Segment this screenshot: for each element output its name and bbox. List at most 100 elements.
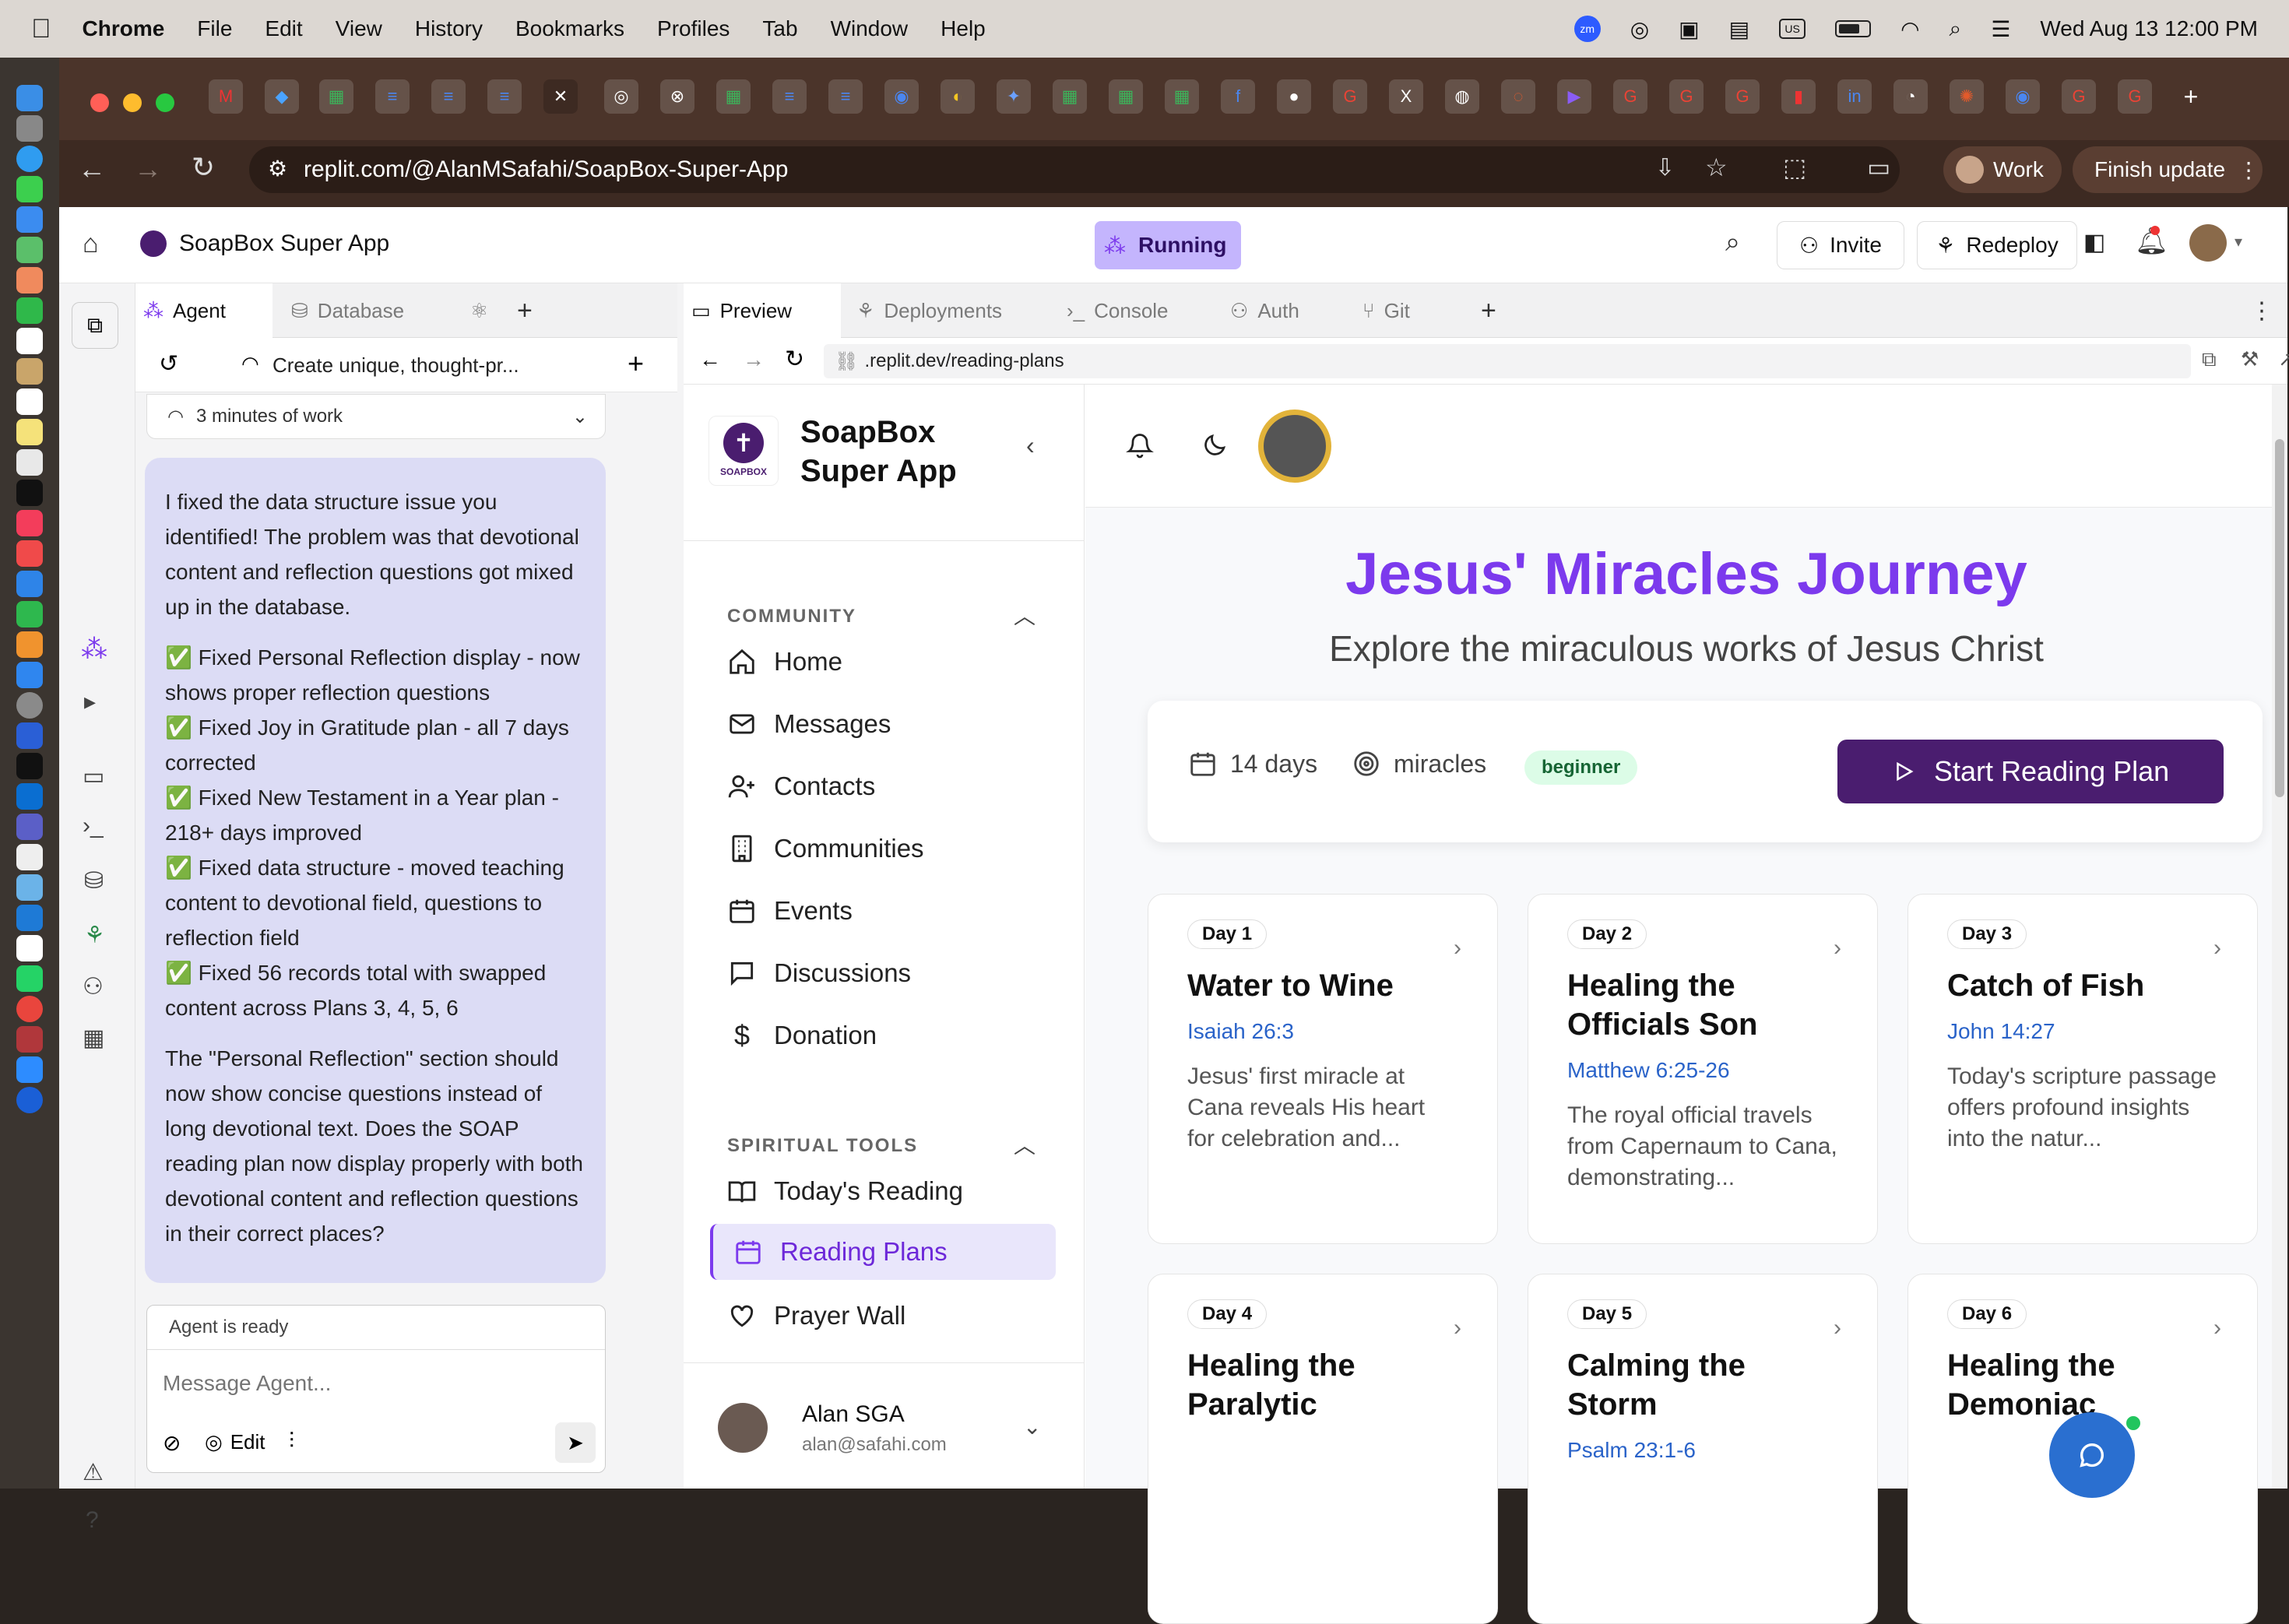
agent-tool-icon[interactable]: ⁂ [81, 634, 107, 665]
user-avatar[interactable] [2189, 224, 2227, 262]
tab-openai[interactable]: ◎ [604, 79, 638, 114]
outlook-dock-icon[interactable] [16, 783, 43, 810]
task-title[interactable]: Create unique, thought-pr... [272, 353, 519, 378]
window-zoom-button[interactable] [156, 93, 174, 112]
tab-gemini[interactable]: ✦ [997, 79, 1031, 114]
zoom-status-icon[interactable]: zm [1573, 16, 1601, 42]
menu-help[interactable]: Help [941, 16, 986, 41]
install-app-icon[interactable]: ⇩ [1655, 154, 1675, 181]
new-chat-icon[interactable]: + [628, 347, 644, 380]
dark-mode-moon-icon[interactable] [1201, 431, 1229, 459]
dictionary-dock-icon[interactable] [16, 1026, 43, 1053]
mail-dock-icon[interactable] [16, 206, 43, 233]
tab-app-8[interactable]: ✺ [1950, 79, 1984, 114]
tab-extra[interactable]: ⚛ [462, 283, 501, 338]
tab-github[interactable]: ● [1277, 79, 1311, 114]
alerts-tool-icon[interactable]: ⚠ [83, 1459, 104, 1486]
menu-app-name[interactable]: Chrome [83, 16, 165, 41]
facetime-dock-icon[interactable] [16, 297, 43, 324]
tab-preview[interactable]: ▭ Preview [684, 283, 841, 338]
work-summary[interactable]: ◠ 3 minutes of work ⌄ [146, 394, 606, 439]
xcode-dock-icon[interactable] [16, 722, 43, 749]
music-dock-icon[interactable] [16, 510, 43, 536]
tab-app-6[interactable]: ▮ [1781, 79, 1816, 114]
finder2-dock-icon[interactable] [16, 844, 43, 870]
tab-auth[interactable]: ⚇ Auth [1222, 283, 1347, 338]
tab-agent[interactable]: ⁂ Agent [135, 283, 272, 338]
nav-home[interactable]: Home [727, 637, 842, 687]
add-tab-button[interactable]: + [509, 283, 548, 338]
maps-dock-icon[interactable] [16, 237, 43, 263]
pane-menu-icon[interactable]: ⋮ [2242, 283, 2273, 338]
tools-collapse-icon[interactable]: ︿ [1014, 1129, 1036, 1160]
tab-docs-5[interactable]: ≡ [828, 79, 863, 114]
app-logo[interactable]: ✝ SOAPBOX [708, 416, 779, 486]
apple-icon[interactable]:  [31, 14, 51, 44]
tab-facebook[interactable]: f [1221, 79, 1255, 114]
tab-app-3[interactable]: ◍ [1445, 79, 1479, 114]
window-minimize-button[interactable] [123, 93, 142, 112]
preview-back-icon[interactable]: ← [699, 347, 721, 372]
nav-contacts[interactable]: Contacts [727, 761, 875, 811]
console-tool-icon[interactable]: ›_ [83, 813, 104, 839]
new-tab-button[interactable]: + [2174, 79, 2208, 114]
redeploy-button[interactable]: ⚘ Redeploy [1917, 221, 2077, 269]
tab-google-4[interactable]: G [1725, 79, 1760, 114]
side-panel-icon[interactable]: ▭ [1867, 153, 1890, 182]
tab-google-3[interactable]: G [1669, 79, 1704, 114]
freeform-dock-icon[interactable] [16, 449, 43, 476]
window-close-button[interactable] [90, 93, 109, 112]
tab-sheets-4[interactable]: ▦ [1109, 79, 1143, 114]
tab-app-7[interactable]: ◔ [1893, 79, 1928, 114]
open-new-tab-icon[interactable]: ↗ [2278, 347, 2289, 371]
tab-docs-3[interactable]: ≡ [487, 79, 522, 114]
menu-bookmarks[interactable]: Bookmarks [515, 16, 624, 41]
nav-donation[interactable]: $ Donation [727, 1011, 877, 1060]
tab-deployments[interactable]: ⚘ Deployments [849, 283, 1051, 338]
help-icon[interactable]: ? [86, 1507, 99, 1534]
add-pane-button[interactable]: + [1473, 283, 1512, 338]
tab-database[interactable]: ⛁ Database [283, 283, 455, 338]
tab-google-1[interactable]: G [1333, 79, 1367, 114]
reminders-dock-icon[interactable] [16, 388, 43, 415]
preview-tool-icon[interactable]: ▭ [83, 763, 104, 790]
nav-communities[interactable]: Communities [727, 824, 924, 874]
chat-fab-button[interactable] [2049, 1412, 2135, 1498]
status-icon-c[interactable]: ▤ [1729, 16, 1749, 42]
address-bar[interactable]: ⚙ replit.com/@AlanMSafahi/SoapBox-Super-… [249, 146, 1900, 193]
zoom-dock-icon[interactable] [16, 1056, 43, 1083]
secrets-tool-icon[interactable]: ⚘ [84, 922, 105, 949]
tab-google-5[interactable]: G [2062, 79, 2096, 114]
collapse-sidebar-icon[interactable]: ‹ [1026, 431, 1035, 460]
menu-view[interactable]: View [336, 16, 382, 41]
community-collapse-icon[interactable]: ︿ [1014, 599, 1036, 631]
teams-dock-icon[interactable] [16, 814, 43, 840]
control-center-icon[interactable]: ☰ [1991, 16, 2010, 42]
finish-update-button[interactable]: Finish update ⋮ [2073, 146, 2263, 193]
nav-todays-reading[interactable]: Today's Reading [727, 1166, 963, 1216]
sidebar-user[interactable]: Alan SGA alan@safahi.com ⌄ [684, 1364, 1085, 1489]
database-tool-icon[interactable]: ⛁ [84, 867, 104, 895]
nav-events[interactable]: Events [727, 886, 853, 936]
extensions-icon[interactable]: ⬚ [1783, 153, 1806, 182]
menu-file[interactable]: File [197, 16, 232, 41]
notification-bell-icon[interactable] [1126, 431, 1154, 459]
settings-dock-icon[interactable] [16, 692, 43, 719]
tab-docs-1[interactable]: ≡ [375, 79, 410, 114]
day-card[interactable]: Day 2 › Healing the Officials Son Matthe… [1528, 894, 1878, 1244]
vscode-dock-icon[interactable] [16, 905, 43, 931]
tab-active-close-icon[interactable]: ✕ [543, 79, 578, 114]
tab-sheets-5[interactable]: ▦ [1165, 79, 1199, 114]
extra-action-icon[interactable]: ◧ [2083, 229, 2105, 256]
menu-history[interactable]: History [415, 16, 483, 41]
tab-docs-4[interactable]: ≡ [772, 79, 807, 114]
tab-console[interactable]: ›_ Console [1059, 283, 1215, 338]
all-tools-icon[interactable]: ▦ [83, 1025, 104, 1052]
preview-forward-icon[interactable]: → [743, 347, 765, 372]
nav-prayer-wall[interactable]: Prayer Wall [727, 1291, 905, 1341]
tab-git[interactable]: ⑂ Git [1355, 283, 1464, 338]
safari-dock-icon[interactable] [16, 146, 43, 172]
tab-docs-2[interactable]: ≡ [431, 79, 466, 114]
chrome-dock-icon[interactable] [16, 996, 43, 1022]
day-card[interactable]: Day 1 › Water to Wine Isaiah 26:3 Jesus'… [1148, 894, 1498, 1244]
